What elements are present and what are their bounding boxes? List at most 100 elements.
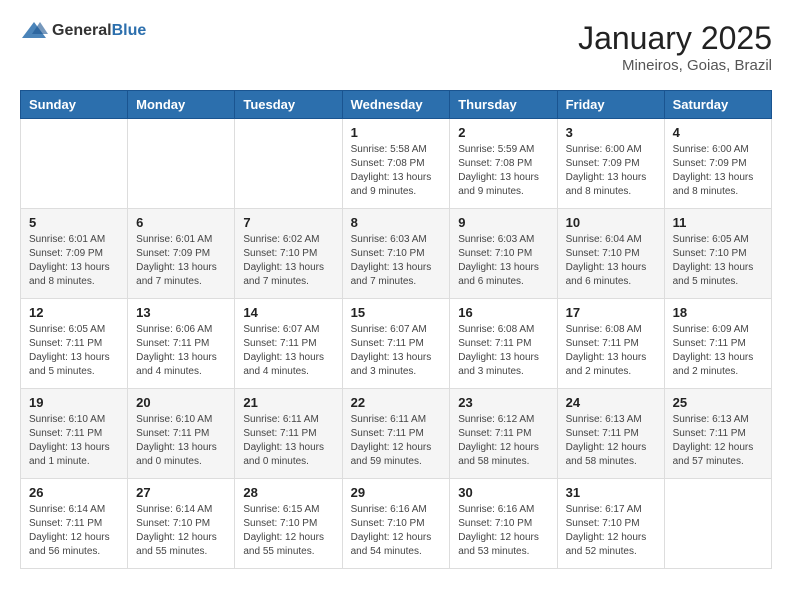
weekday-header-monday: Monday — [128, 91, 235, 119]
day-info: Sunrise: 6:07 AM Sunset: 7:11 PM Dayligh… — [351, 323, 442, 379]
calendar-cell: 4 Sunrise: 6:00 AM Sunset: 7:09 PM Daylig… — [664, 119, 771, 209]
day-info: Sunrise: 6:08 AM Sunset: 7:11 PM Dayligh… — [458, 323, 548, 379]
calendar-cell: 5 Sunrise: 6:01 AM Sunset: 7:09 PM Daylig… — [21, 209, 128, 299]
day-info: Sunrise: 6:12 AM Sunset: 7:11 PM Dayligh… — [458, 413, 548, 469]
day-number: 3 — [566, 125, 656, 140]
day-number: 8 — [351, 215, 442, 230]
day-info: Sunrise: 6:11 AM Sunset: 7:11 PM Dayligh… — [243, 413, 333, 469]
calendar-cell: 28 Sunrise: 6:15 AM Sunset: 7:10 PM Dayli… — [235, 479, 342, 569]
calendar-cell: 10Sunrise: 6:04 AM Sunset: 7:10 PM Dayli… — [557, 209, 664, 299]
calendar-week-3: 12 Sunrise: 6:05 AM Sunset: 7:11 PM Dayli… — [21, 299, 772, 389]
calendar-week-1: 1 Sunrise: 5:58 AM Sunset: 7:08 PM Daylig… — [21, 119, 772, 209]
calendar-location: Mineiros, Goias, Brazil — [578, 57, 772, 74]
calendar-cell: 20 Sunrise: 6:10 AM Sunset: 7:11 PM Dayli… — [128, 389, 235, 479]
calendar-cell — [21, 119, 128, 209]
day-info: Sunrise: 6:14 AM Sunset: 7:11 PM Dayligh… — [29, 503, 119, 559]
day-number: 13 — [136, 305, 226, 320]
calendar-cell — [128, 119, 235, 209]
calendar-cell: 22 Sunrise: 6:11 AM Sunset: 7:11 PM Dayli… — [342, 389, 450, 479]
weekday-header-wednesday: Wednesday — [342, 91, 450, 119]
day-number: 12 — [29, 305, 119, 320]
calendar-cell: 26 Sunrise: 6:14 AM Sunset: 7:11 PM Dayli… — [21, 479, 128, 569]
day-info: Sunrise: 6:02 AM Sunset: 7:10 PM Dayligh… — [243, 233, 333, 289]
day-info: Sunrise: 6:01 AM Sunset: 7:09 PM Dayligh… — [29, 233, 119, 289]
day-info: Sunrise: 6:00 AM Sunset: 7:09 PM Dayligh… — [673, 143, 763, 199]
logo: GeneralBlue — [20, 20, 146, 42]
day-number: 30 — [458, 485, 548, 500]
calendar-cell: 3Sunrise: 6:00 AM Sunset: 7:09 PM Daylig… — [557, 119, 664, 209]
day-number: 21 — [243, 395, 333, 410]
day-number: 1 — [351, 125, 442, 140]
calendar-cell: 18Sunrise: 6:09 AM Sunset: 7:11 PM Dayli… — [664, 299, 771, 389]
day-number: 23 — [458, 395, 548, 410]
calendar-cell: 9Sunrise: 6:03 AM Sunset: 7:10 PM Daylig… — [450, 209, 557, 299]
day-info: Sunrise: 6:13 AM Sunset: 7:11 PM Dayligh… — [673, 413, 763, 469]
day-number: 14 — [243, 305, 333, 320]
logo-blue: Blue — [112, 22, 147, 39]
calendar-cell: 17 Sunrise: 6:08 AM Sunset: 7:11 PM Dayli… — [557, 299, 664, 389]
title-block: January 2025 Mineiros, Goias, Brazil — [578, 20, 772, 74]
day-number: 4 — [673, 125, 763, 140]
calendar-cell: 29Sunrise: 6:16 AM Sunset: 7:10 PM Dayli… — [342, 479, 450, 569]
day-number: 18 — [673, 305, 763, 320]
day-number: 16 — [458, 305, 548, 320]
day-number: 22 — [351, 395, 442, 410]
day-info: Sunrise: 6:01 AM Sunset: 7:09 PM Dayligh… — [136, 233, 226, 289]
weekday-header-friday: Friday — [557, 91, 664, 119]
day-number: 19 — [29, 395, 119, 410]
weekday-header-row: SundayMondayTuesdayWednesdayThursdayFrid… — [21, 91, 772, 119]
calendar-cell: 11 Sunrise: 6:05 AM Sunset: 7:10 PM Dayli… — [664, 209, 771, 299]
weekday-header-tuesday: Tuesday — [235, 91, 342, 119]
day-info: Sunrise: 5:59 AM Sunset: 7:08 PM Dayligh… — [458, 143, 548, 199]
calendar-week-2: 5 Sunrise: 6:01 AM Sunset: 7:09 PM Daylig… — [21, 209, 772, 299]
day-number: 20 — [136, 395, 226, 410]
calendar-cell: 2 Sunrise: 5:59 AM Sunset: 7:08 PM Daylig… — [450, 119, 557, 209]
day-info: Sunrise: 6:07 AM Sunset: 7:11 PM Dayligh… — [243, 323, 333, 379]
day-number: 28 — [243, 485, 333, 500]
day-info: Sunrise: 5:58 AM Sunset: 7:08 PM Dayligh… — [351, 143, 442, 199]
calendar-week-5: 26 Sunrise: 6:14 AM Sunset: 7:11 PM Dayli… — [21, 479, 772, 569]
day-number: 5 — [29, 215, 119, 230]
day-number: 31 — [566, 485, 656, 500]
day-number: 2 — [458, 125, 548, 140]
calendar-cell: 19Sunrise: 6:10 AM Sunset: 7:11 PM Dayli… — [21, 389, 128, 479]
day-info: Sunrise: 6:03 AM Sunset: 7:10 PM Dayligh… — [351, 233, 442, 289]
day-info: Sunrise: 6:08 AM Sunset: 7:11 PM Dayligh… — [566, 323, 656, 379]
day-info: Sunrise: 6:05 AM Sunset: 7:11 PM Dayligh… — [29, 323, 119, 379]
calendar-cell: 27Sunrise: 6:14 AM Sunset: 7:10 PM Dayli… — [128, 479, 235, 569]
day-info: Sunrise: 6:05 AM Sunset: 7:10 PM Dayligh… — [673, 233, 763, 289]
day-number: 25 — [673, 395, 763, 410]
calendar-cell: 1 Sunrise: 5:58 AM Sunset: 7:08 PM Daylig… — [342, 119, 450, 209]
logo-icon — [20, 20, 48, 42]
day-number: 11 — [673, 215, 763, 230]
day-info: Sunrise: 6:04 AM Sunset: 7:10 PM Dayligh… — [566, 233, 656, 289]
day-number: 7 — [243, 215, 333, 230]
calendar-cell — [664, 479, 771, 569]
calendar-cell: 25 Sunrise: 6:13 AM Sunset: 7:11 PM Dayli… — [664, 389, 771, 479]
day-number: 17 — [566, 305, 656, 320]
calendar-cell: 21 Sunrise: 6:11 AM Sunset: 7:11 PM Dayli… — [235, 389, 342, 479]
calendar-cell: 31 Sunrise: 6:17 AM Sunset: 7:10 PM Dayli… — [557, 479, 664, 569]
calendar-cell — [235, 119, 342, 209]
day-info: Sunrise: 6:17 AM Sunset: 7:10 PM Dayligh… — [566, 503, 656, 559]
weekday-header-sunday: Sunday — [21, 91, 128, 119]
day-info: Sunrise: 6:16 AM Sunset: 7:10 PM Dayligh… — [458, 503, 548, 559]
logo-general: General — [52, 22, 112, 39]
day-info: Sunrise: 6:14 AM Sunset: 7:10 PM Dayligh… — [136, 503, 226, 559]
calendar-cell: 16 Sunrise: 6:08 AM Sunset: 7:11 PM Dayli… — [450, 299, 557, 389]
day-info: Sunrise: 6:13 AM Sunset: 7:11 PM Dayligh… — [566, 413, 656, 469]
calendar-cell: 6 Sunrise: 6:01 AM Sunset: 7:09 PM Daylig… — [128, 209, 235, 299]
day-info: Sunrise: 6:11 AM Sunset: 7:11 PM Dayligh… — [351, 413, 442, 469]
day-info: Sunrise: 6:03 AM Sunset: 7:10 PM Dayligh… — [458, 233, 548, 289]
day-number: 6 — [136, 215, 226, 230]
day-number: 26 — [29, 485, 119, 500]
day-info: Sunrise: 6:15 AM Sunset: 7:10 PM Dayligh… — [243, 503, 333, 559]
calendar-week-4: 19 Sunrise: 6:10 AM Sunset: 7:11 PM Dayli… — [21, 389, 772, 479]
calendar-cell: 24 Sunrise: 6:13 AM Sunset: 7:11 PM Dayli… — [557, 389, 664, 479]
day-number: 24 — [566, 395, 656, 410]
calendar-cell: 15Sunrise: 6:07 AM Sunset: 7:11 PM Dayli… — [342, 299, 450, 389]
day-info: Sunrise: 6:10 AM Sunset: 7:11 PM Dayligh… — [136, 413, 226, 469]
calendar-title: January 2025 — [578, 20, 772, 57]
day-info: Sunrise: 6:06 AM Sunset: 7:11 PM Dayligh… — [136, 323, 226, 379]
calendar-cell: 8 Sunrise: 6:03 AM Sunset: 7:10 PM Daylig… — [342, 209, 450, 299]
